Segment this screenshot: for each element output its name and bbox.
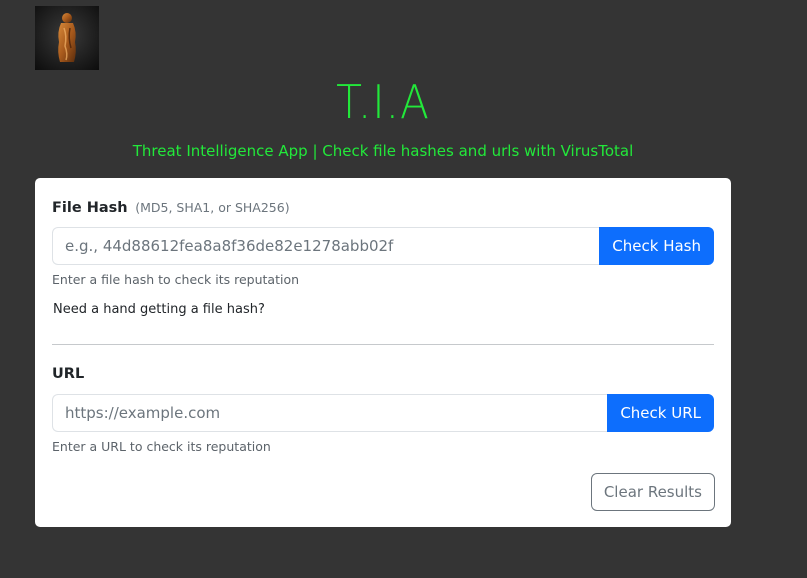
app-title: T.I.A: [336, 75, 430, 129]
page: T.I.A Threat Intelligence App | Check fi…: [0, 0, 807, 578]
lookup-card: File Hash (MD5, SHA1, or SHA256) Check H…: [35, 178, 731, 527]
tia-logo-image-icon: [58, 13, 76, 62]
check-url-button[interactable]: Check URL: [607, 394, 714, 432]
file-hash-help-text: Enter a file hash to check its reputatio…: [52, 272, 300, 287]
section-divider: [52, 344, 714, 345]
url-help-text: Enter a URL to check its reputation: [52, 439, 271, 454]
file-hash-label: File Hash (MD5, SHA1, or SHA256): [52, 198, 290, 218]
url-input[interactable]: [52, 394, 608, 432]
check-hash-button[interactable]: Check Hash: [599, 227, 714, 265]
app-subtitle: Threat Intelligence App | Check file has…: [132, 142, 634, 160]
app-logo: [35, 6, 99, 70]
url-label: URL: [52, 364, 84, 384]
url-input-group: Check URL: [52, 394, 714, 432]
clear-results-button[interactable]: Clear Results: [590, 473, 715, 511]
file-hash-input[interactable]: [52, 227, 600, 265]
file-hash-label-hint: (MD5, SHA1, or SHA256): [135, 200, 290, 215]
file-hash-label-text: File Hash: [52, 200, 128, 216]
file-hash-input-group: Check Hash: [52, 227, 714, 265]
url-label-text: URL: [52, 366, 85, 382]
file-hash-help-link[interactable]: Need a hand getting a file hash?: [53, 301, 265, 319]
